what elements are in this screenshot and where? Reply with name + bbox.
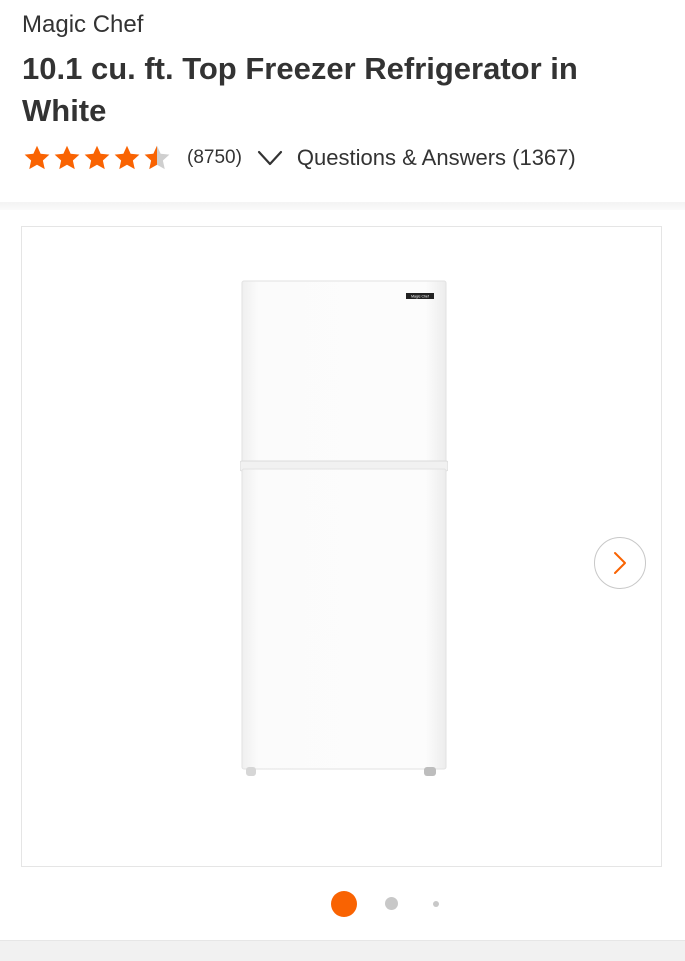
product-title: 10.1 cu. ft. Top Freezer Refrigerator in… xyxy=(22,51,578,128)
star-icon xyxy=(84,145,110,170)
chevron-down-icon[interactable] xyxy=(256,148,284,168)
half-star-icon xyxy=(144,145,170,170)
product-image-carousel[interactable]: Magic Chef xyxy=(21,226,662,867)
questions-answers-link[interactable]: Questions & Answers (1367) xyxy=(297,145,576,171)
star-rating[interactable] xyxy=(22,143,172,173)
carousel-pagination xyxy=(0,890,685,920)
carousel-next-button[interactable] xyxy=(594,537,646,589)
pagination-dot[interactable] xyxy=(385,897,398,910)
pagination-dot-active[interactable] xyxy=(331,891,357,917)
star-icon xyxy=(54,145,80,170)
star-icon xyxy=(24,145,50,170)
review-count[interactable]: (8750) xyxy=(187,147,242,169)
rating-row: (8750) Questions & Answers (1367) xyxy=(22,142,672,174)
brand-name[interactable]: Magic Chef xyxy=(22,10,143,40)
star-icon xyxy=(114,145,140,170)
section-divider xyxy=(0,202,685,210)
product-image: Magic Chef xyxy=(240,280,448,776)
pagination-dot[interactable] xyxy=(433,901,439,907)
fridge-brand-badge: Magic Chef xyxy=(411,295,429,299)
chevron-right-icon xyxy=(614,552,626,574)
section-divider-bottom xyxy=(0,940,685,961)
